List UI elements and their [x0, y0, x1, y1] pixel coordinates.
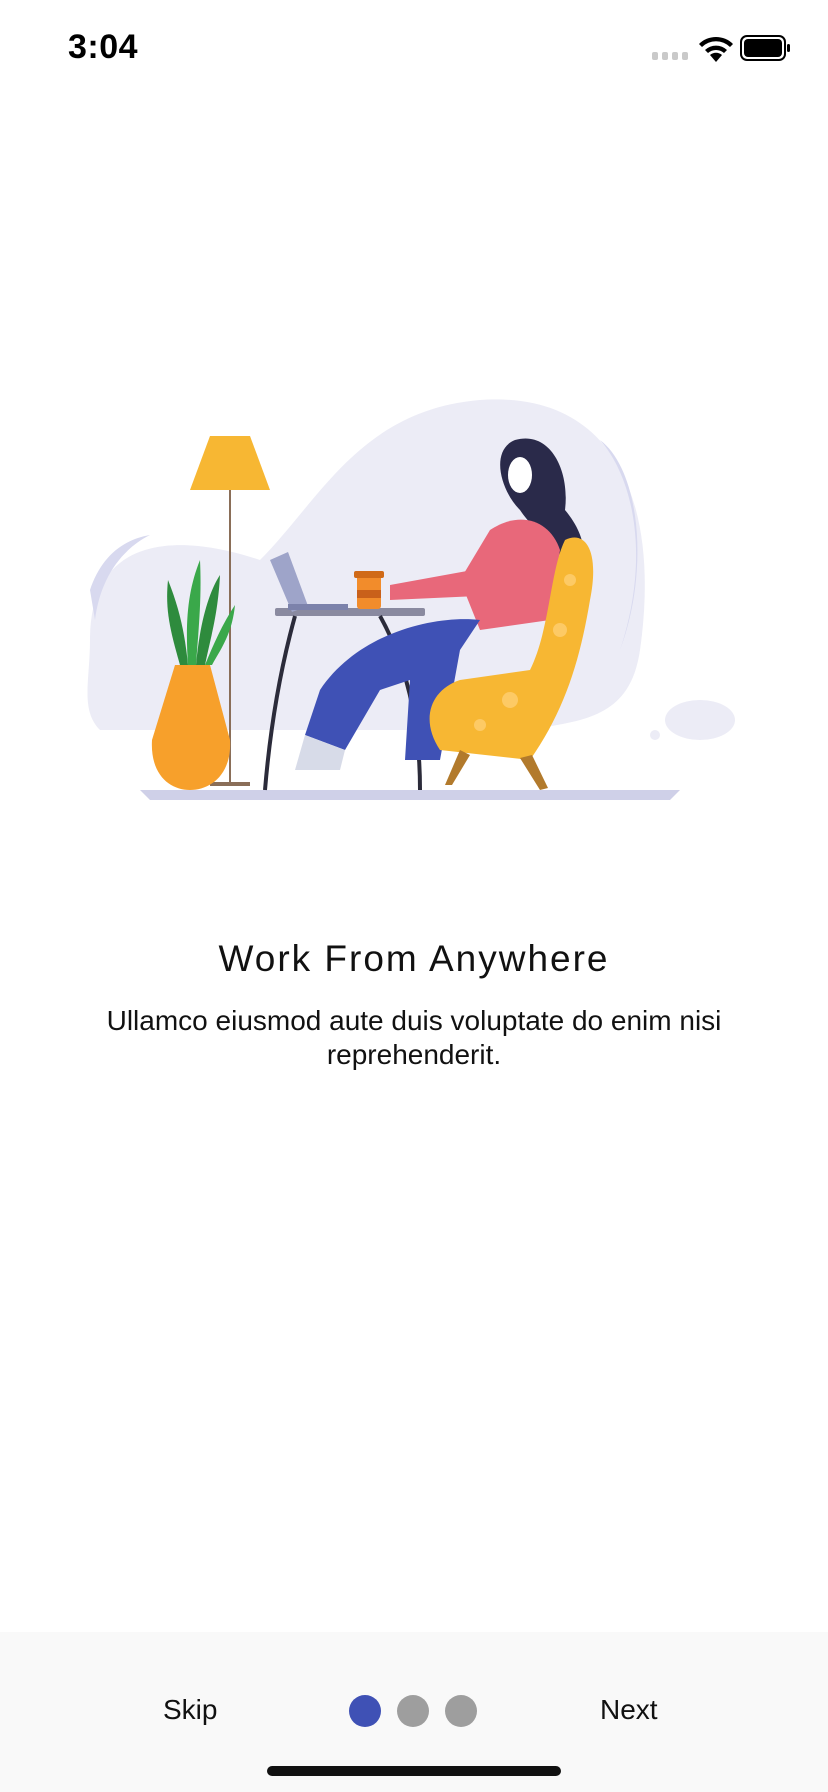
skip-button[interactable]: Skip	[163, 1694, 217, 1726]
wifi-icon	[699, 36, 733, 62]
status-time: 3:04	[68, 28, 139, 66]
onboarding-illustration	[87, 399, 735, 800]
coffee-cup	[354, 571, 384, 609]
page-dot-3[interactable]	[445, 1695, 477, 1727]
status-bar: 3:04	[0, 0, 828, 100]
battery-icon	[740, 35, 790, 61]
onboarding-title: Work From Anywhere	[218, 938, 610, 979]
page-dot-1[interactable]	[349, 1695, 381, 1727]
cellular-signal-icon	[652, 52, 688, 60]
home-indicator[interactable]	[267, 1766, 561, 1776]
onboarding-subtitle: Ullamco eiusmod aute duis voluptate do e…	[106, 1005, 722, 1070]
next-button[interactable]: Next	[600, 1694, 658, 1726]
page-dot-2[interactable]	[397, 1695, 429, 1727]
page-indicator	[349, 1695, 477, 1727]
